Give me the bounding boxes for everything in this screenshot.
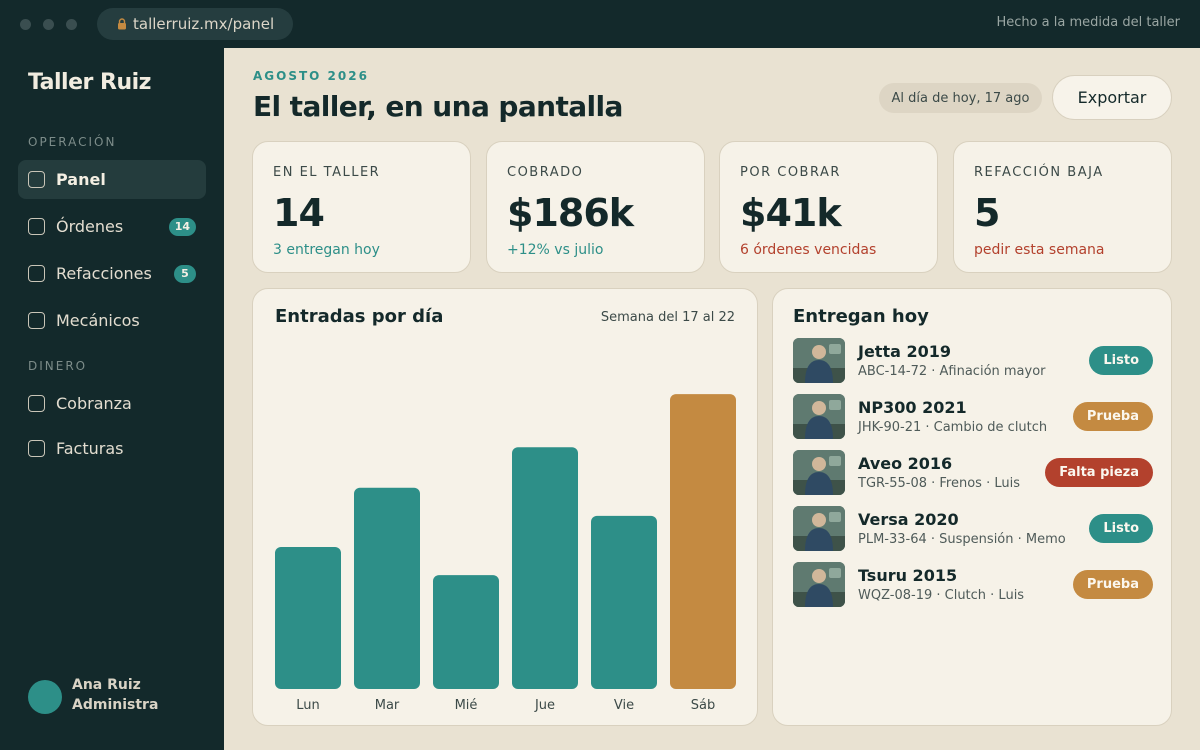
stat-note: 3 entregan hoy — [273, 242, 380, 258]
sidebar-item-label: Facturas — [56, 439, 124, 458]
count-badge: 14 — [168, 217, 196, 236]
browser-bar: tallerruiz.mx/panel Hecho a la medida de… — [0, 0, 1200, 48]
window-minimize-dot[interactable] — [43, 19, 54, 30]
vehicle-thumbnail — [793, 338, 845, 383]
sidebar-item-label: Refacciones — [56, 264, 152, 283]
stat-card-por-cobrar[interactable]: POR COBRAR $41k 6 órdenes vencidas — [719, 141, 938, 273]
delivery-row[interactable]: Aveo 2016 TGR-55-08 · Frenos · Luis Falta … — [793, 450, 1153, 496]
sidebar: Taller Ruiz OPERACIÓN Panel Órdenes 14 R… — [0, 48, 224, 750]
chart-card: Lun Mar Mié Jue Vie Sáb Entradas por día Sema… — [252, 288, 758, 726]
stat-card-refaccion-baja[interactable]: REFACCIÓN BAJA 5 pedir esta semana — [953, 141, 1172, 273]
vehicle-thumbnail — [793, 562, 845, 607]
page-title: El taller, en una pantalla — [253, 90, 623, 123]
sidebar-item-facturas[interactable]: Facturas — [18, 429, 206, 468]
status-badge[interactable]: Listo — [1089, 346, 1153, 375]
status-badge[interactable]: Prueba — [1072, 570, 1153, 599]
x-tick-label: Vie — [614, 698, 634, 713]
x-tick-label: Lun — [296, 698, 320, 713]
user-role: Administra — [72, 697, 159, 713]
delivery-row[interactable]: Tsuru 2015 WQZ-08-19 · Clutch · Luis Prueb… — [793, 562, 1153, 608]
bar-mié — [433, 575, 499, 689]
sidebar-item-panel[interactable]: Panel — [18, 160, 206, 199]
lock-icon — [118, 18, 126, 30]
window-close-dot[interactable] — [20, 19, 31, 30]
orders-icon — [28, 218, 45, 235]
vehicle-thumbnail — [793, 394, 845, 439]
panel-icon — [28, 171, 45, 188]
deliveries-card: Entregan hoy Jetta 2019 ABC-14-72 · Afina… — [772, 288, 1172, 726]
stat-value: $41k — [740, 191, 842, 235]
window-maximize-dot[interactable] — [66, 19, 77, 30]
stat-note: pedir esta semana — [974, 242, 1105, 258]
vehicle-thumbnail — [793, 450, 845, 495]
status-badge[interactable]: Falta pieza — [1045, 458, 1153, 487]
url-bar[interactable]: tallerruiz.mx/panel — [97, 8, 293, 40]
vehicle-meta: JHK-90-21 · Cambio de clutch — [858, 420, 1048, 435]
vehicle-name: Jetta 2019 — [858, 342, 951, 361]
x-tick-label: Mié — [455, 698, 478, 713]
stat-note: 6 órdenes vencidas — [740, 242, 877, 258]
delivery-row[interactable]: NP300 2021 JHK-90-21 · Cambio de clutch Pr… — [793, 394, 1153, 440]
x-tick-label: Sáb — [691, 698, 715, 713]
stat-label: COBRADO — [507, 165, 584, 180]
sidebar-item-cobranza[interactable]: Cobranza — [18, 384, 206, 423]
vehicle-thumbnail — [793, 506, 845, 551]
page-eyebrow: AGOSTO 2026 — [253, 69, 369, 83]
section-label-dinero: DINERO — [28, 359, 88, 373]
bar-sáb — [670, 394, 736, 689]
vehicle-meta: PLM-33-64 · Suspensión · Memo — [858, 532, 1066, 547]
vehicle-meta: ABC-14-72 · Afinación mayor — [858, 364, 1046, 379]
status-badge[interactable]: Prueba — [1072, 402, 1153, 431]
stat-card-en-taller[interactable]: EN EL TALLER 14 3 entregan hoy — [252, 141, 471, 273]
x-tick-label: Mar — [375, 698, 400, 713]
vehicle-name: Tsuru 2015 — [858, 566, 958, 585]
date-chip: Al día de hoy, 17 ago — [879, 83, 1042, 113]
x-tick-label: Jue — [534, 698, 555, 713]
stat-note: +12% vs julio — [507, 242, 604, 258]
invoices-icon — [28, 440, 45, 457]
sidebar-item-label: Órdenes — [56, 217, 124, 236]
url-text: tallerruiz.mx/panel — [133, 15, 275, 33]
stat-value: 14 — [273, 191, 325, 235]
sidebar-item-mecanicos[interactable]: Mecánicos — [18, 301, 206, 340]
stat-value: $186k — [507, 191, 634, 235]
user-name: Ana Ruiz — [72, 677, 141, 693]
stat-label: REFACCIÓN BAJA — [974, 165, 1104, 180]
vehicle-meta: WQZ-08-19 · Clutch · Luis — [858, 588, 1025, 603]
chart-subtitle: Semana del 17 al 22 — [600, 310, 735, 325]
bar-jue — [512, 447, 578, 689]
mechanics-icon — [28, 312, 45, 329]
tagline: Hecho a la medida del taller — [996, 15, 1180, 30]
sidebar-item-label: Panel — [56, 170, 106, 189]
bar-vie — [591, 515, 657, 689]
deliveries-title: Entregan hoy — [793, 306, 929, 327]
vehicle-name: NP300 2021 — [858, 398, 967, 417]
stat-value: 5 — [974, 191, 1000, 235]
avatar[interactable] — [28, 680, 62, 714]
vehicle-name: Versa 2020 — [858, 510, 959, 529]
delivery-row[interactable]: Versa 2020 PLM-33-64 · Suspensión · Memo L… — [793, 506, 1153, 552]
delivery-row[interactable]: Jetta 2019 ABC-14-72 · Afinación mayor Lis… — [793, 338, 1153, 384]
sidebar-item-label: Mecánicos — [56, 311, 140, 330]
bar-lun — [275, 547, 341, 689]
vehicle-meta: TGR-55-08 · Frenos · Luis — [858, 476, 1020, 491]
sidebar-item-refacciones[interactable]: Refacciones 5 — [18, 254, 206, 293]
sidebar-item-label: Cobranza — [56, 394, 132, 413]
bar-mar — [354, 487, 420, 689]
export-button[interactable]: Exportar — [1052, 75, 1172, 120]
brand-title: Taller Ruiz — [28, 70, 151, 95]
stat-label: EN EL TALLER — [273, 165, 381, 180]
stat-label: POR COBRAR — [740, 165, 841, 180]
parts-icon — [28, 265, 45, 282]
stat-card-cobrado[interactable]: COBRADO $186k +12% vs julio — [486, 141, 705, 273]
count-badge: 5 — [174, 264, 196, 283]
vehicle-name: Aveo 2016 — [858, 454, 953, 473]
status-badge[interactable]: Listo — [1089, 514, 1153, 543]
collections-icon — [28, 395, 45, 412]
section-label-operacion: OPERACIÓN — [28, 135, 117, 149]
sidebar-item-ordenes[interactable]: Órdenes 14 — [18, 207, 206, 246]
chart-title: Entradas por día — [275, 306, 444, 327]
bar-chart: Lun Mar Mié Jue Vie Sáb — [275, 394, 736, 713]
